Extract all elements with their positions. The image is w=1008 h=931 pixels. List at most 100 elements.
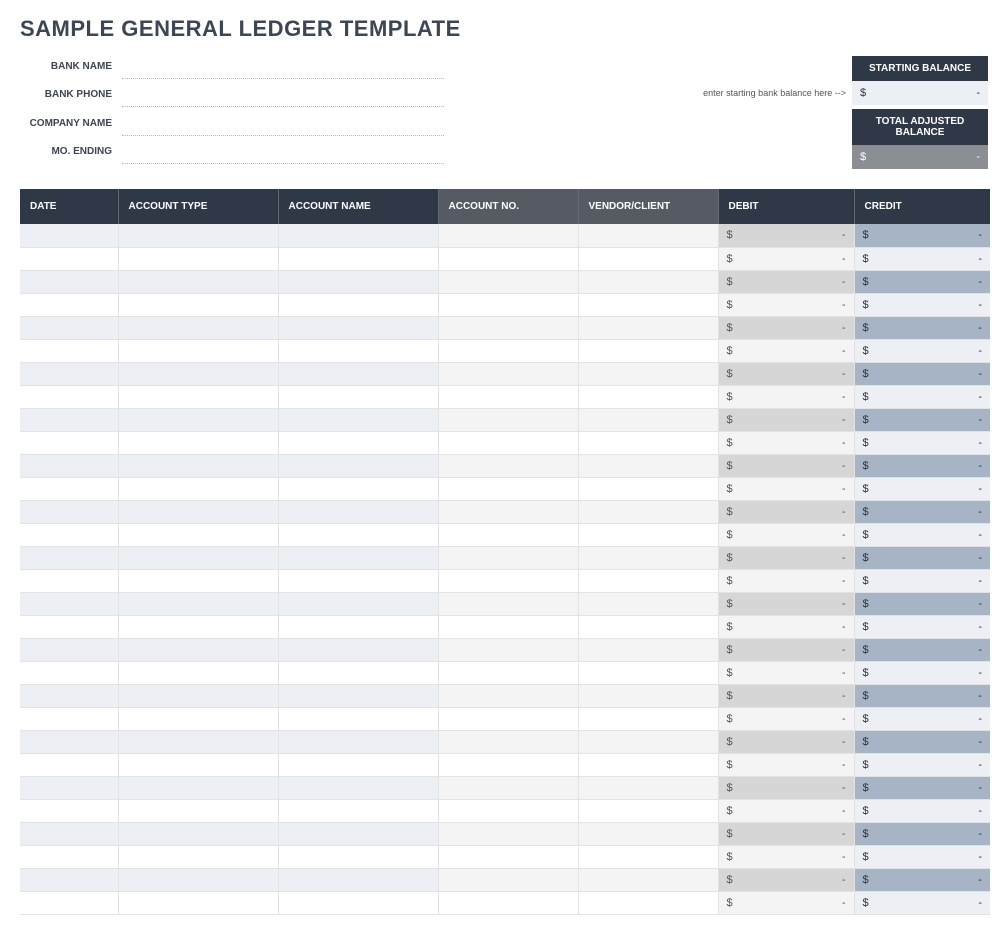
table-cell-acct-name[interactable] xyxy=(278,385,438,408)
table-cell-acct-no[interactable] xyxy=(438,546,578,569)
table-cell-date[interactable] xyxy=(20,615,118,638)
table-cell-acct-type[interactable] xyxy=(118,339,278,362)
table-cell-debit[interactable]: $- xyxy=(718,868,854,891)
table-cell-acct-no[interactable] xyxy=(438,592,578,615)
table-cell-acct-name[interactable] xyxy=(278,454,438,477)
table-cell-acct-name[interactable] xyxy=(278,799,438,822)
table-cell-acct-no[interactable] xyxy=(438,684,578,707)
table-cell-date[interactable] xyxy=(20,431,118,454)
table-cell-vendor[interactable] xyxy=(578,523,718,546)
table-cell-acct-type[interactable] xyxy=(118,845,278,868)
info-input[interactable] xyxy=(122,84,444,107)
table-cell-acct-name[interactable] xyxy=(278,638,438,661)
table-cell-date[interactable] xyxy=(20,477,118,500)
table-cell-vendor[interactable] xyxy=(578,477,718,500)
table-cell-debit[interactable]: $- xyxy=(718,753,854,776)
table-cell-acct-type[interactable] xyxy=(118,224,278,247)
table-cell-debit[interactable]: $- xyxy=(718,638,854,661)
table-cell-acct-no[interactable] xyxy=(438,431,578,454)
table-cell-debit[interactable]: $- xyxy=(718,293,854,316)
table-cell-acct-no[interactable] xyxy=(438,316,578,339)
table-cell-acct-type[interactable] xyxy=(118,684,278,707)
table-cell-credit[interactable]: $- xyxy=(854,707,990,730)
table-cell-acct-type[interactable] xyxy=(118,316,278,339)
table-cell-acct-name[interactable] xyxy=(278,523,438,546)
table-cell-vendor[interactable] xyxy=(578,431,718,454)
table-cell-debit[interactable]: $- xyxy=(718,477,854,500)
table-cell-acct-name[interactable] xyxy=(278,684,438,707)
table-cell-credit[interactable]: $- xyxy=(854,753,990,776)
table-cell-acct-name[interactable] xyxy=(278,224,438,247)
table-cell-acct-no[interactable] xyxy=(438,661,578,684)
table-cell-debit[interactable]: $- xyxy=(718,454,854,477)
table-cell-acct-no[interactable] xyxy=(438,247,578,270)
table-cell-acct-name[interactable] xyxy=(278,776,438,799)
table-cell-vendor[interactable] xyxy=(578,753,718,776)
table-cell-date[interactable] xyxy=(20,730,118,753)
table-cell-vendor[interactable] xyxy=(578,845,718,868)
table-cell-acct-no[interactable] xyxy=(438,454,578,477)
table-cell-credit[interactable]: $- xyxy=(854,661,990,684)
table-cell-acct-type[interactable] xyxy=(118,615,278,638)
table-cell-vendor[interactable] xyxy=(578,661,718,684)
table-cell-vendor[interactable] xyxy=(578,408,718,431)
table-cell-debit[interactable]: $- xyxy=(718,339,854,362)
table-cell-date[interactable] xyxy=(20,661,118,684)
table-cell-credit[interactable]: $- xyxy=(854,891,990,914)
table-cell-credit[interactable]: $- xyxy=(854,868,990,891)
table-cell-vendor[interactable] xyxy=(578,293,718,316)
table-cell-vendor[interactable] xyxy=(578,730,718,753)
table-cell-acct-name[interactable] xyxy=(278,891,438,914)
table-cell-date[interactable] xyxy=(20,339,118,362)
table-cell-credit[interactable]: $- xyxy=(854,247,990,270)
table-cell-vendor[interactable] xyxy=(578,684,718,707)
table-cell-acct-name[interactable] xyxy=(278,868,438,891)
table-cell-credit[interactable]: $- xyxy=(854,546,990,569)
table-cell-date[interactable] xyxy=(20,569,118,592)
table-cell-vendor[interactable] xyxy=(578,891,718,914)
table-cell-acct-name[interactable] xyxy=(278,293,438,316)
table-cell-vendor[interactable] xyxy=(578,799,718,822)
table-cell-acct-type[interactable] xyxy=(118,638,278,661)
info-input[interactable] xyxy=(122,113,444,136)
table-cell-vendor[interactable] xyxy=(578,247,718,270)
table-cell-date[interactable] xyxy=(20,454,118,477)
table-cell-credit[interactable]: $- xyxy=(854,477,990,500)
table-cell-acct-no[interactable] xyxy=(438,868,578,891)
table-cell-acct-no[interactable] xyxy=(438,569,578,592)
table-cell-acct-name[interactable] xyxy=(278,707,438,730)
table-cell-credit[interactable]: $- xyxy=(854,638,990,661)
table-cell-credit[interactable]: $- xyxy=(854,822,990,845)
table-cell-debit[interactable]: $- xyxy=(718,684,854,707)
table-cell-credit[interactable]: $- xyxy=(854,408,990,431)
table-cell-acct-no[interactable] xyxy=(438,891,578,914)
table-cell-acct-type[interactable] xyxy=(118,661,278,684)
table-cell-vendor[interactable] xyxy=(578,638,718,661)
table-cell-vendor[interactable] xyxy=(578,224,718,247)
table-cell-acct-name[interactable] xyxy=(278,477,438,500)
table-cell-date[interactable] xyxy=(20,799,118,822)
table-cell-acct-type[interactable] xyxy=(118,247,278,270)
table-cell-debit[interactable]: $- xyxy=(718,270,854,293)
table-cell-vendor[interactable] xyxy=(578,822,718,845)
table-cell-debit[interactable]: $- xyxy=(718,730,854,753)
table-cell-debit[interactable]: $- xyxy=(718,316,854,339)
table-cell-acct-type[interactable] xyxy=(118,431,278,454)
table-cell-acct-no[interactable] xyxy=(438,730,578,753)
table-cell-vendor[interactable] xyxy=(578,385,718,408)
table-cell-acct-no[interactable] xyxy=(438,799,578,822)
table-cell-debit[interactable]: $- xyxy=(718,891,854,914)
table-cell-date[interactable] xyxy=(20,592,118,615)
table-cell-acct-name[interactable] xyxy=(278,316,438,339)
table-cell-debit[interactable]: $- xyxy=(718,822,854,845)
table-cell-acct-type[interactable] xyxy=(118,385,278,408)
table-cell-date[interactable] xyxy=(20,224,118,247)
table-cell-vendor[interactable] xyxy=(578,316,718,339)
table-cell-credit[interactable]: $- xyxy=(854,776,990,799)
table-cell-acct-name[interactable] xyxy=(278,753,438,776)
table-cell-debit[interactable]: $- xyxy=(718,776,854,799)
table-cell-acct-type[interactable] xyxy=(118,500,278,523)
table-cell-credit[interactable]: $- xyxy=(854,270,990,293)
table-cell-acct-name[interactable] xyxy=(278,500,438,523)
table-cell-credit[interactable]: $- xyxy=(854,431,990,454)
